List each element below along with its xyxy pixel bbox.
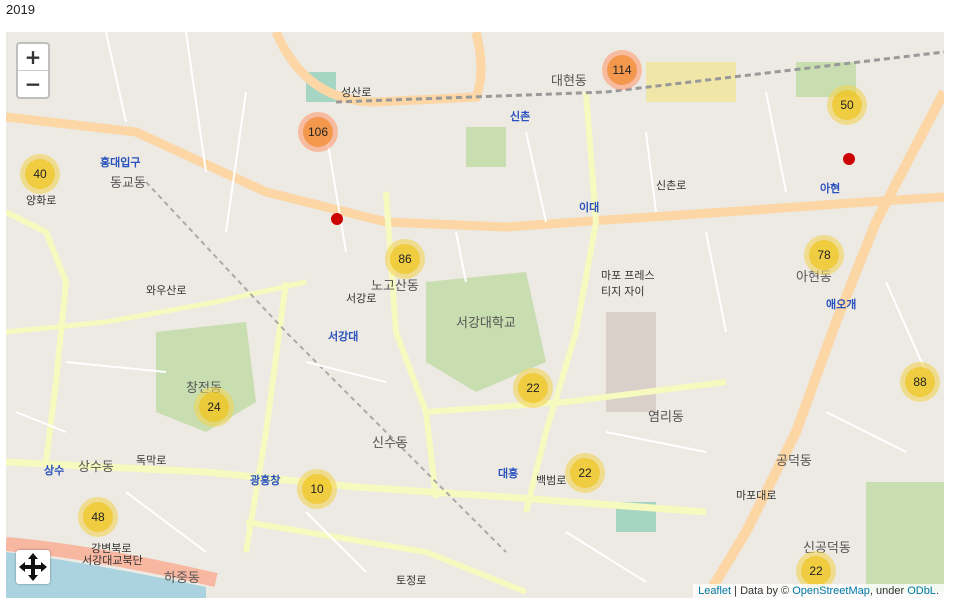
station-hongdae: 홍대입구 [100,157,141,169]
road-baekbeom-ro: 백범로 [536,475,567,487]
station-sinchon: 신촌 [510,111,531,123]
marker-cluster[interactable]: 50 [827,85,867,125]
map-container[interactable]: 대현동 신촌 이대 아현 홍대입구 동교동 서강대학교 서강대 노고산동 창전동… [6,32,944,598]
marker-cluster[interactable]: 86 [385,239,425,279]
station-gwangheungchang: 광흥창 [250,475,281,487]
marker-cluster[interactable]: 40 [20,154,60,194]
road-dongmak-ro: 독막로 [136,455,167,467]
page-title: 2019 [6,2,35,17]
marker-cluster[interactable]: 22 [565,453,605,493]
marker-cluster[interactable]: 88 [900,362,940,402]
leaflet-link[interactable]: Leaflet [698,585,731,597]
marker-cluster[interactable]: 106 [298,112,338,152]
marker-cluster[interactable]: 114 [602,50,642,90]
place-hajung: 하중동 [164,570,200,585]
road-mapo-daero: 마포대로 [736,490,777,502]
station-daeheung: 대흥 [498,468,519,480]
marker-cluster[interactable]: 22 [513,368,553,408]
road-wausan-ro: 와우산로 [146,285,187,297]
place-gongdeok: 공덕동 [776,453,812,468]
station-aeogae: 애오개 [826,299,857,311]
place-daehyeon: 대현동 [551,73,587,88]
place-sangsu-dong: 상수동 [78,459,114,474]
road-tojeong-ro: 토정로 [396,575,427,587]
place-donggyo: 동교동 [110,175,146,190]
road-seogang-ro: 서강로 [346,293,377,305]
station-idae: 이대 [579,202,600,214]
road-seongsan-ro: 성산로 [341,87,372,99]
marker-cluster[interactable]: 48 [78,497,118,537]
station-ahyeon: 아현 [820,183,841,195]
road-sinchon-ro: 신촌로 [656,180,687,192]
zoom-control: + − [16,42,50,99]
marker-cluster[interactable]: 78 [804,235,844,275]
station-sangsu: 상수 [44,465,65,477]
station-sogang: 서강대 [328,331,359,343]
pan-control[interactable] [16,550,50,584]
zoom-in-button[interactable]: + [18,44,48,71]
place-sogang-bridge: 서강대교북단 [82,555,143,567]
place-sinsu: 신수동 [372,435,408,450]
odbl-link[interactable]: ODbL [907,585,936,597]
osm-link[interactable]: OpenStreetMap [792,585,870,597]
marker-cluster[interactable]: 24 [194,387,234,427]
marker-cluster[interactable]: 10 [297,469,337,509]
place-mapo-presti: 마포 프레스티지 자이 [601,270,655,298]
zoom-out-button[interactable]: − [18,71,48,97]
map-attribution: Leaflet | Data by © OpenStreetMap, under… [693,584,944,598]
move-arrows-icon [19,553,47,581]
place-yeomni: 염리동 [648,409,684,424]
road-yanghwa-ro: 양화로 [26,195,57,207]
place-sogang-univ: 서강대학교 [456,315,516,330]
